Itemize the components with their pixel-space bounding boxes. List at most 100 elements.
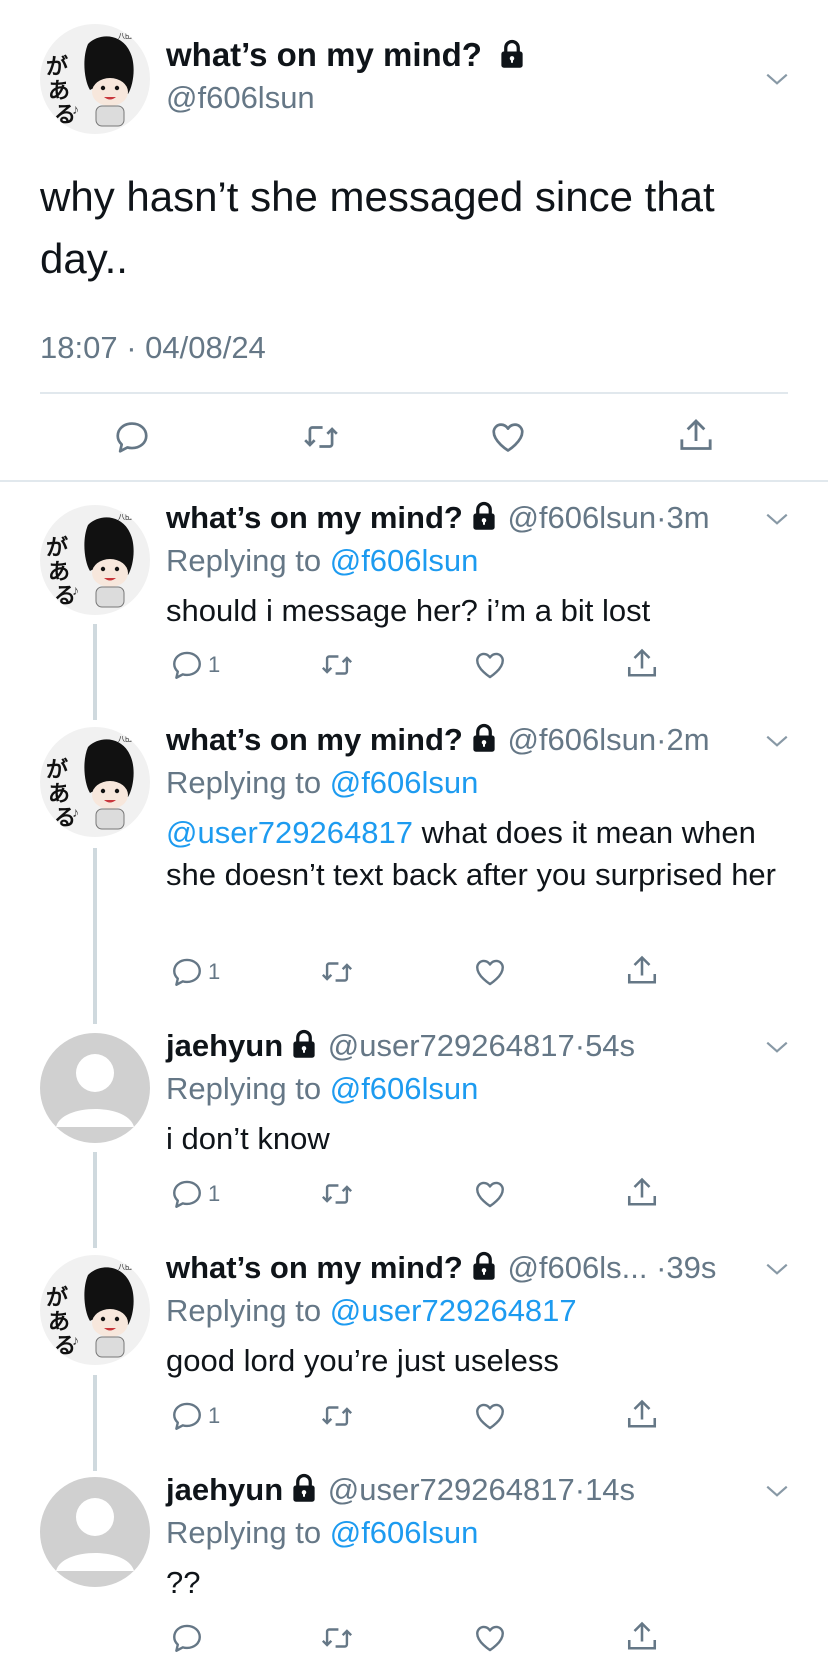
reply-text: should i message her? i’m a bit lost xyxy=(166,590,796,632)
reply-text: @user729264817 what does it mean when sh… xyxy=(166,812,796,896)
chevron-down-icon[interactable] xyxy=(764,1478,790,1504)
lock-icon xyxy=(497,39,527,69)
reply-action[interactable] xyxy=(170,1621,208,1655)
reply-action[interactable]: 1 xyxy=(170,1399,220,1433)
retweet-icon[interactable] xyxy=(318,1177,356,1211)
divider xyxy=(40,392,788,394)
handle[interactable]: @f606lsun xyxy=(166,80,315,116)
thread-line xyxy=(93,1152,97,1248)
thread-line xyxy=(93,624,97,720)
like-icon[interactable] xyxy=(472,1621,508,1655)
share-icon[interactable] xyxy=(624,953,660,989)
share-icon[interactable] xyxy=(624,1619,660,1655)
chevron-down-icon[interactable] xyxy=(764,506,790,532)
reply-count: 1 xyxy=(208,1181,221,1206)
display-name[interactable]: what’s on my mind? xyxy=(166,1250,463,1285)
handle[interactable]: @user729264817 xyxy=(328,1472,575,1507)
avatar[interactable] xyxy=(40,1033,150,1143)
reply-header: what’s on my mind? @f606ls... ·39s xyxy=(166,1250,716,1286)
reply-text: i don’t know xyxy=(166,1118,796,1160)
retweet-icon[interactable] xyxy=(318,1621,356,1655)
display-name[interactable]: jaehyun xyxy=(166,1028,283,1063)
display-name[interactable]: what’s on my mind? xyxy=(166,722,463,757)
handle[interactable]: @user729264817 xyxy=(328,1028,575,1063)
replying-to-line: Replying to @f606lsun xyxy=(166,1071,478,1107)
reply-text-body: should i message her? i’m a bit lost xyxy=(166,593,651,628)
separator-dot: · xyxy=(647,1250,667,1285)
relative-time[interactable]: 39s xyxy=(666,1250,716,1285)
handle[interactable]: @f606lsun xyxy=(507,500,656,535)
relative-time[interactable]: 14s xyxy=(585,1472,635,1507)
reply-text: ?? xyxy=(166,1562,796,1604)
tweet-timestamp[interactable]: 18:07 · 04/08/24 xyxy=(40,330,266,366)
avatar[interactable] xyxy=(40,24,150,134)
display-name[interactable]: what’s on my mind? xyxy=(166,500,463,535)
lock-icon xyxy=(469,501,499,531)
section-divider xyxy=(0,480,828,482)
replying-to-link[interactable]: @f606lsun xyxy=(330,765,479,800)
like-icon[interactable] xyxy=(472,1399,508,1433)
avatar-image xyxy=(40,1033,150,1143)
replying-to-link[interactable]: @f606lsun xyxy=(330,543,479,578)
separator-dot: · xyxy=(574,1472,586,1507)
replying-to-label: Replying to xyxy=(166,1071,322,1106)
handle[interactable]: @f606ls... xyxy=(507,1250,647,1285)
avatar[interactable] xyxy=(40,505,150,615)
lock-icon xyxy=(289,1029,319,1059)
share-icon[interactable] xyxy=(624,1397,660,1433)
chevron-down-icon[interactable] xyxy=(764,66,790,92)
like-icon[interactable] xyxy=(472,648,508,682)
display-name[interactable]: jaehyun xyxy=(166,1472,283,1507)
replying-to-line: Replying to @f606lsun xyxy=(166,1515,478,1551)
avatar-image xyxy=(40,24,150,134)
handle[interactable]: @f606lsun xyxy=(507,722,656,757)
reply-action[interactable]: 1 xyxy=(170,1177,220,1211)
reply-action[interactable]: 1 xyxy=(170,648,220,682)
relative-time[interactable]: 54s xyxy=(585,1028,635,1063)
display-name[interactable]: what’s on my mind? xyxy=(166,36,482,73)
avatar-image xyxy=(40,1477,150,1587)
replying-to-label: Replying to xyxy=(166,543,322,578)
reply-icon xyxy=(170,955,204,989)
lock-icon xyxy=(289,1473,319,1503)
chevron-down-icon[interactable] xyxy=(764,728,790,754)
relative-time[interactable]: 3m xyxy=(666,500,709,535)
reply-text-body: i don’t know xyxy=(166,1121,330,1156)
avatar[interactable] xyxy=(40,1477,150,1587)
replying-to-link[interactable]: @f606lsun xyxy=(330,1515,479,1550)
replying-to-line: Replying to @f606lsun xyxy=(166,543,478,579)
like-icon[interactable] xyxy=(472,955,508,989)
reply-header: jaehyun @user729264817·54s xyxy=(166,1028,635,1064)
reply-icon[interactable] xyxy=(113,418,151,456)
reply-text-body: ?? xyxy=(166,1565,201,1600)
reply-header: jaehyun @user729264817·14s xyxy=(166,1472,635,1508)
avatar[interactable] xyxy=(40,727,150,837)
retweet-icon[interactable] xyxy=(300,418,342,456)
reply-action[interactable]: 1 xyxy=(170,955,220,989)
replying-to-line: Replying to @f606lsun xyxy=(166,765,478,801)
mention-link[interactable]: @user729264817 xyxy=(166,815,413,850)
replying-to-link[interactable]: @f606lsun xyxy=(330,1071,479,1106)
avatar[interactable] xyxy=(40,1255,150,1365)
share-icon[interactable] xyxy=(624,646,660,682)
like-icon[interactable] xyxy=(488,418,528,456)
chevron-down-icon[interactable] xyxy=(764,1256,790,1282)
share-icon[interactable] xyxy=(624,1175,660,1211)
avatar-image xyxy=(40,1255,150,1365)
avatar-image xyxy=(40,505,150,615)
avatar-image xyxy=(40,727,150,837)
relative-time[interactable]: 2m xyxy=(666,722,709,757)
share-icon[interactable] xyxy=(676,416,716,456)
like-icon[interactable] xyxy=(472,1177,508,1211)
lock-icon xyxy=(469,723,499,753)
chevron-down-icon[interactable] xyxy=(764,1034,790,1060)
retweet-icon[interactable] xyxy=(318,1399,356,1433)
reply-text-body: good lord you’re just useless xyxy=(166,1343,559,1378)
reply-count: 1 xyxy=(208,959,221,984)
reply-icon xyxy=(170,648,204,682)
reply-header: what’s on my mind? @f606lsun·2m xyxy=(166,722,710,758)
retweet-icon[interactable] xyxy=(318,955,356,989)
retweet-icon[interactable] xyxy=(318,648,356,682)
tweet-text: why hasn’t she messaged since that day.. xyxy=(40,173,715,282)
replying-to-link[interactable]: @user729264817 xyxy=(330,1293,577,1328)
